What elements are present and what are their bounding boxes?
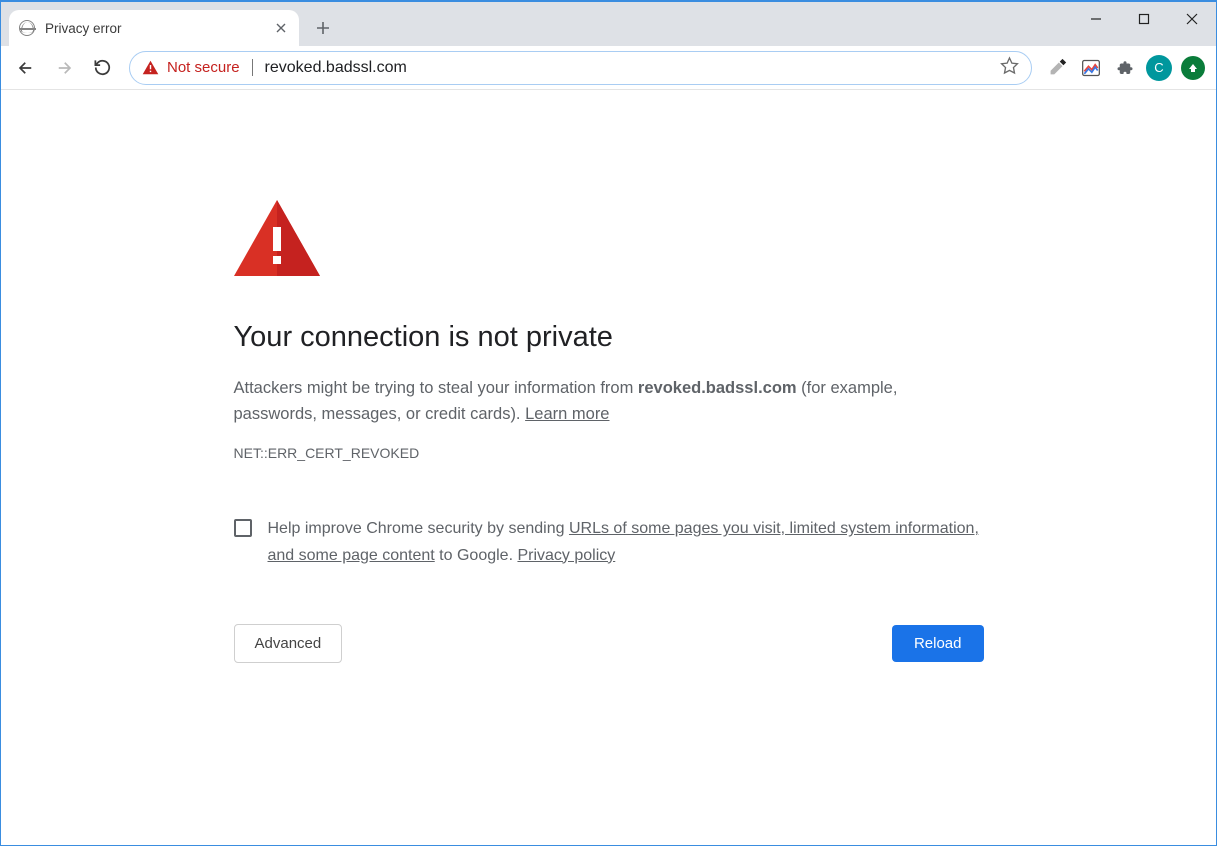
separator (252, 59, 253, 76)
optin-pre: Help improve Chrome security by sending (268, 520, 569, 537)
url-text: revoked.badssl.com (265, 59, 990, 77)
page-heading: Your connection is not private (234, 321, 984, 354)
optin-checkbox[interactable] (234, 519, 252, 537)
window-controls (1072, 2, 1216, 36)
tab-title: Privacy error (45, 21, 273, 36)
warning-triangle-icon (142, 60, 159, 75)
tabs-container: Privacy error (1, 2, 337, 46)
optin-text: Help improve Chrome security by sending … (268, 516, 984, 569)
address-bar[interactable]: Not secure revoked.badssl.com (129, 51, 1032, 85)
security-indicator[interactable]: Not secure (142, 59, 240, 76)
warning-paragraph: Attackers might be trying to steal your … (234, 376, 984, 427)
page-content: Your connection is not private Attackers… (1, 90, 1216, 845)
advanced-button[interactable]: Advanced (234, 624, 343, 663)
ssl-error-interstitial: Your connection is not private Attackers… (234, 90, 984, 845)
button-row: Advanced Reload (234, 624, 984, 663)
safe-browsing-optin: Help improve Chrome security by sending … (234, 516, 984, 569)
body-domain: revoked.badssl.com (638, 379, 797, 397)
warning-triangle-icon (234, 200, 984, 281)
browser-window: Privacy error (0, 0, 1217, 846)
privacy-policy-link[interactable]: Privacy policy (517, 547, 615, 564)
bookmark-star-icon[interactable] (1000, 56, 1019, 80)
tab-active[interactable]: Privacy error (9, 10, 299, 46)
error-code: NET::ERR_CERT_REVOKED (234, 445, 984, 461)
avatar-letter: C (1146, 55, 1172, 81)
forward-button[interactable] (47, 51, 81, 85)
body-pre: Attackers might be trying to steal your … (234, 379, 638, 397)
reload-button[interactable]: Reload (892, 625, 984, 662)
learn-more-link[interactable]: Learn more (525, 405, 609, 423)
close-tab-button[interactable] (273, 20, 289, 36)
optin-mid: to Google. (435, 547, 518, 564)
back-button[interactable] (9, 51, 43, 85)
reload-toolbar-button[interactable] (85, 51, 119, 85)
extension-eyedropper[interactable] (1042, 53, 1072, 83)
profile-avatar[interactable]: C (1144, 53, 1174, 83)
shield-up-icon (1181, 56, 1205, 80)
maximize-button[interactable] (1120, 2, 1168, 36)
close-window-button[interactable] (1168, 2, 1216, 36)
minimize-button[interactable] (1072, 2, 1120, 36)
security-label: Not secure (167, 59, 240, 76)
toolbar: Not secure revoked.badssl.com C (1, 46, 1216, 90)
extension-colorful[interactable] (1076, 53, 1106, 83)
new-tab-button[interactable] (309, 14, 337, 42)
tab-strip: Privacy error (1, 2, 1216, 46)
globe-icon (19, 20, 35, 36)
extensions-puzzle-icon[interactable] (1110, 53, 1140, 83)
origin-extension[interactable] (1178, 53, 1208, 83)
